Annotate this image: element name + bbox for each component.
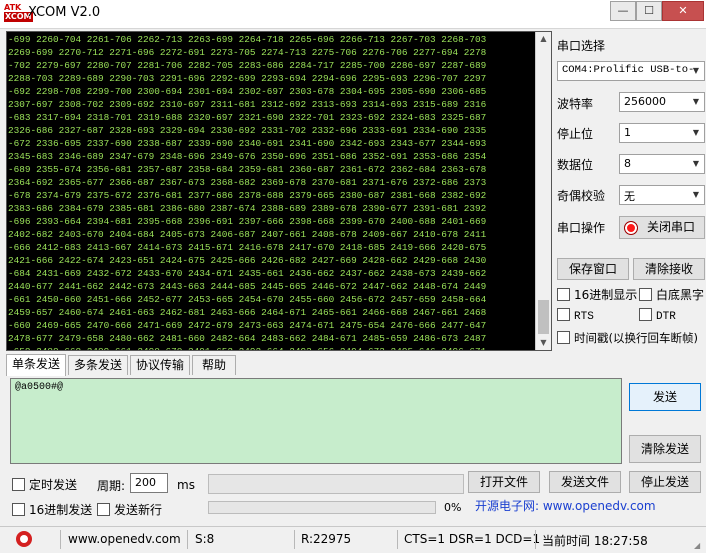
send-button[interactable]: 发送 [629, 383, 701, 411]
parity-value: 无 [624, 190, 635, 203]
timed-send-checkbox[interactable]: 定时发送 [12, 476, 77, 493]
period-value: 200 [135, 476, 156, 489]
port-select-value: COM4:Prolific USB-to- [562, 64, 695, 76]
status-divider [535, 530, 536, 549]
resize-grip-icon[interactable]: ◢ [694, 541, 704, 551]
scroll-down-icon[interactable]: ▼ [537, 336, 550, 350]
close-window-button[interactable]: ✕ [662, 1, 704, 21]
send-progress-bar [208, 501, 436, 514]
timestamp-label: 时间戳(以换行回车断帧) [574, 331, 698, 345]
period-unit: ms [177, 478, 195, 492]
parity-label: 奇偶校验 [557, 189, 606, 203]
save-window-button[interactable]: 保存窗口 [557, 258, 629, 280]
status-received-count: R:22975 [301, 532, 352, 546]
settings-gear-icon[interactable] [16, 531, 32, 547]
scroll-thumb[interactable] [538, 300, 549, 334]
rts-label: RTS [574, 311, 594, 323]
status-signals: CTS=1 DSR=1 DCD=1 [404, 532, 541, 546]
close-port-button[interactable]: 关闭串口 [619, 216, 705, 239]
promo-link[interactable]: 开源电子网: www.openedv.com [475, 497, 656, 514]
clear-receive-button[interactable]: 清除接收 [633, 258, 705, 280]
checkbox-icon [639, 308, 652, 321]
databits-select[interactable]: 8 ▼ [619, 154, 705, 174]
chevron-down-icon: ▼ [692, 159, 700, 168]
port-status-led-icon [624, 221, 638, 235]
checkbox-icon [639, 288, 652, 301]
send-textarea[interactable]: @a0500#@ [10, 378, 622, 464]
timestamp-checkbox[interactable]: 时间戳(以换行回车断帧) [557, 330, 698, 346]
port-operation-label: 串口操作 [557, 221, 606, 235]
status-website[interactable]: www.openedv.com [68, 532, 181, 546]
rts-checkbox[interactable]: RTS [557, 308, 594, 323]
chevron-down-icon: ▼ [692, 97, 700, 106]
status-time: 当前时间 18:27:58 [542, 534, 648, 548]
status-divider [60, 530, 61, 549]
databits-value: 8 [624, 157, 631, 170]
status-divider [294, 530, 295, 549]
hex-send-checkbox[interactable]: 16进制发送 [12, 501, 92, 518]
stopbits-value: 1 [624, 126, 631, 139]
chevron-down-icon: ▼ [692, 190, 700, 199]
stopbits-select[interactable]: 1 ▼ [619, 123, 705, 143]
checkbox-icon [557, 331, 570, 344]
tab-single-send[interactable]: 单条发送 [6, 354, 66, 376]
status-divider [397, 530, 398, 549]
open-file-button[interactable]: 打开文件 [468, 471, 540, 493]
status-sent-count: S:8 [195, 532, 215, 546]
port-select-label: 串口选择 [557, 39, 606, 53]
tab-protocol[interactable]: 协议传输 [130, 355, 190, 375]
clear-send-button[interactable]: 清除发送 [629, 435, 701, 463]
checkbox-icon [557, 308, 570, 321]
receive-terminal[interactable]: -699 2260-704 2261-706 2262-713 2263-699… [6, 31, 552, 351]
window-title: XCOM V2.0 [28, 5, 101, 20]
send-file-button[interactable]: 发送文件 [549, 471, 621, 493]
hex-display-checkbox[interactable]: 16进制显示 [557, 286, 637, 303]
checkbox-icon [557, 288, 570, 301]
period-label: 周期: [97, 479, 126, 493]
white-bg-checkbox[interactable]: 白底黑字 [639, 286, 704, 303]
status-bar: www.openedv.com S:8 R:22975 CTS=1 DSR=1 … [0, 526, 706, 553]
chevron-down-icon: ▼ [692, 128, 700, 137]
baud-label: 波特率 [557, 97, 594, 111]
databits-label: 数据位 [557, 158, 594, 172]
scroll-up-icon[interactable]: ▲ [537, 32, 550, 46]
status-divider [187, 530, 188, 549]
hex-send-label: 16进制发送 [29, 503, 93, 517]
white-bg-label: 白底黑字 [656, 288, 705, 302]
close-port-label: 关闭串口 [646, 220, 695, 234]
minimize-button[interactable]: — [610, 1, 636, 21]
title-bar: ATK XCOM XCOM V2.0 — ☐ ✕ [0, 0, 706, 29]
timed-send-label: 定时发送 [29, 478, 78, 492]
checkbox-icon [12, 478, 25, 491]
tab-multi-send[interactable]: 多条发送 [68, 355, 128, 375]
newline-label: 发送新行 [114, 503, 163, 517]
progress-percent: 0% [444, 501, 462, 514]
send-text: @a0500#@ [15, 382, 64, 393]
app-logo-icon: ATK XCOM [4, 3, 33, 25]
checkbox-icon [12, 503, 25, 516]
receive-scrollbar[interactable]: ▲ ▼ [535, 32, 551, 350]
dtr-label: DTR [656, 311, 676, 323]
checkbox-icon [97, 503, 110, 516]
stopbits-label: 停止位 [557, 127, 594, 141]
receive-text: -699 2260-704 2261-706 2262-713 2263-699… [8, 34, 487, 350]
port-select[interactable]: COM4:Prolific USB-to- ▼ [557, 61, 705, 81]
baud-value: 256000 [624, 95, 666, 108]
newline-checkbox[interactable]: 发送新行 [97, 501, 162, 518]
chevron-down-icon: ▼ [692, 66, 700, 75]
period-input[interactable]: 200 [130, 473, 168, 493]
baud-select[interactable]: 256000 ▼ [619, 92, 705, 112]
stop-send-button[interactable]: 停止发送 [629, 471, 701, 493]
parity-select[interactable]: 无 ▼ [619, 185, 705, 205]
file-path-field[interactable] [208, 474, 464, 494]
maximize-button[interactable]: ☐ [636, 1, 662, 21]
dtr-checkbox[interactable]: DTR [639, 308, 676, 323]
tab-help[interactable]: 帮助 [192, 355, 236, 375]
logo-top-text: ATK [4, 3, 22, 12]
hex-display-label: 16进制显示 [574, 288, 638, 302]
